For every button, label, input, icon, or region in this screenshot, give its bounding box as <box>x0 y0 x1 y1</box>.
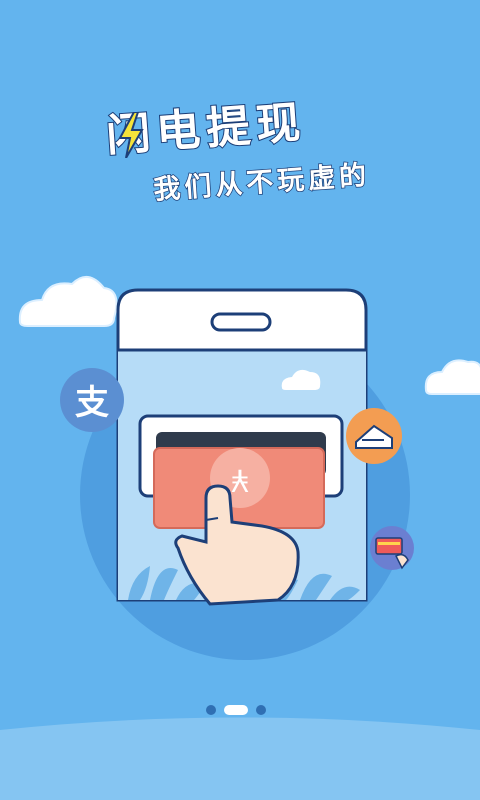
page-indicator <box>206 703 266 717</box>
page-dot[interactable] <box>256 705 266 715</box>
alipay-icon: 支 <box>60 368 124 432</box>
lightning-icon <box>118 112 144 158</box>
svg-text:支: 支 <box>75 383 109 423</box>
bank-card-badge-icon <box>370 526 414 570</box>
cloud-left-icon <box>18 276 118 327</box>
phone-speaker <box>210 312 272 332</box>
note-symbol: ¥ <box>230 462 249 497</box>
cloud-right-icon <box>424 359 480 395</box>
page-dot-active[interactable] <box>224 705 248 715</box>
page-dot[interactable] <box>206 705 216 715</box>
guide-screen: ¥ 支 闪电提现 我们从不玩虚的 <box>0 0 480 800</box>
wallet-badge-icon <box>346 408 402 464</box>
banknote-icon: ¥ <box>153 447 325 529</box>
